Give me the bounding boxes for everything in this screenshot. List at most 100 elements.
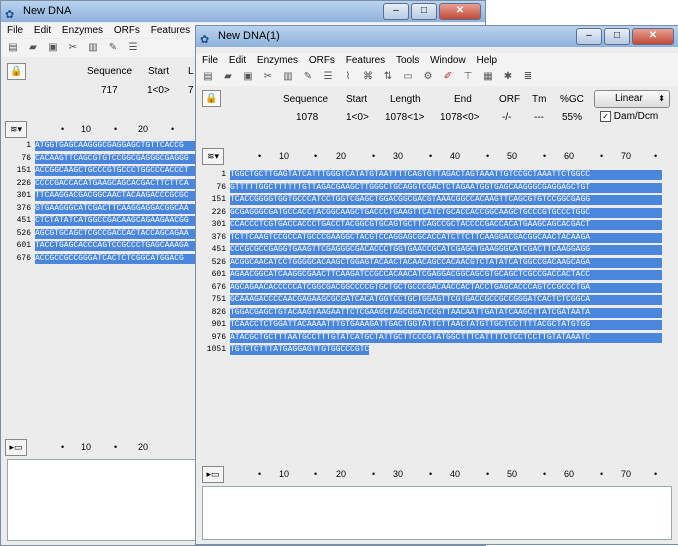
sequence-line[interactable]: ACCGGCAAGCTGCCCGTGCCCTGGCCCACCCT [35, 166, 199, 177]
label-end: End [454, 94, 472, 105]
sequence-line[interactable]: TCACCGGGGTGGTGCCCATCCTGGTCGAGCTGGACGGCGA… [230, 195, 662, 206]
value-length: 1078<1> [385, 112, 425, 123]
menu-features[interactable]: Features [151, 25, 190, 36]
ruler-icon[interactable]: ⊤ [460, 70, 476, 84]
label-length: Length [390, 94, 421, 105]
paste-icon[interactable]: ▥ [280, 70, 296, 84]
save-icon[interactable]: ▣ [45, 41, 61, 55]
close-button[interactable]: ✕ [632, 28, 674, 45]
menu-edit[interactable]: Edit [34, 25, 51, 36]
sequence-line[interactable]: AGCAGAACACCCCCATCGGCGACGGCCCCGTGCTGCTGCC… [230, 282, 662, 293]
view-options-button[interactable]: ≋▾ [5, 121, 27, 138]
new-file-icon[interactable]: ▤ [200, 70, 216, 84]
color-icon[interactable]: ✱ [500, 70, 516, 84]
enzyme-icon[interactable]: ✎ [300, 70, 316, 84]
settings-icon[interactable]: ⚙ [420, 70, 436, 84]
sequence-line[interactable]: CCCGCGCCGAGGTGAAGTTCGAGGGCGACACCCTGGTGAA… [230, 245, 662, 256]
sequence-line[interactable]: CCACCCTCGTGACCACCCTGACCTACGGCGTGCAGTGCTT… [230, 220, 662, 231]
sequence-line[interactable]: ATACGCTGCTTTAATGCCTTTGTATCATGCTATTGCTTCC… [230, 332, 662, 343]
back-window-title: New DNA [23, 5, 72, 17]
sequence-line[interactable]: GCAAAGACCCCAACGAGAAGCGCGATCACATGGTCCTGCT… [230, 295, 662, 306]
menu-orfs[interactable]: ORFs [309, 55, 335, 66]
menu-tools[interactable]: Tools [396, 55, 419, 66]
sequence-line[interactable]: GTGAAGGGCATCGACTTCAAGGAGGACGGCAA [35, 203, 199, 214]
new-file-icon[interactable]: ▤ [5, 41, 21, 55]
front-titlebar[interactable]: ✿ New DNA(1) ‒ □ ✕ [196, 26, 678, 47]
front-window[interactable]: ✿ New DNA(1) ‒ □ ✕ File Edit Enzymes ORF… [195, 25, 678, 545]
comment-icon[interactable]: ▸▭ [5, 439, 27, 456]
label-sequence: Sequence [283, 94, 329, 105]
sequence-line[interactable]: GCGAGGGCGATGCCACCTACGGCAAGCTGACCCTGAAGTT… [230, 207, 662, 218]
maximize-button[interactable]: □ [604, 28, 630, 45]
lock-icon[interactable]: 🔒 [202, 90, 221, 107]
menu-enzymes[interactable]: Enzymes [257, 55, 298, 66]
view-options-button[interactable]: ≋▾ [202, 148, 224, 165]
menu-edit[interactable]: Edit [229, 55, 246, 66]
front-notes-pane[interactable] [202, 486, 672, 540]
lock-icon[interactable]: 🔒 [7, 63, 26, 80]
sequence-line[interactable]: AGAACGGCATCAAGGCGAACTTCAAGATCCGCCACAACAT… [230, 270, 662, 281]
checkbox-icon: ✓ [600, 111, 611, 122]
sequence-line[interactable]: CTCTATATCATGGCCGACAAGCAGAAGAACGG [35, 216, 199, 227]
sequence-line[interactable]: AGCGTGCAGCTCGCCGACCACTACCAGCAGAA [35, 228, 199, 239]
comment-icon[interactable]: ▸▭ [202, 466, 224, 483]
sequence-line[interactable]: TGTCTCTTTATGAGGAGTTGTGGCCCGTC [230, 345, 370, 356]
minimize-button[interactable]: ‒ [576, 28, 602, 45]
primer-icon[interactable]: ☰ [125, 41, 141, 55]
paste-icon[interactable]: ▥ [85, 41, 101, 55]
open-folder-icon[interactable]: ▰ [25, 41, 41, 55]
ruler-tick: 10 [81, 124, 92, 134]
menu-file[interactable]: File [202, 55, 218, 66]
marker-icon[interactable]: ✐ [440, 70, 456, 84]
value-gc: 55% [562, 112, 583, 123]
save-icon[interactable]: ▣ [240, 70, 256, 84]
topology-select[interactable]: Linear ⬍ [594, 90, 670, 108]
menu-file[interactable]: File [7, 25, 23, 36]
back-titlebar[interactable]: ✿ New DNA ‒ □ ✕ [1, 1, 485, 22]
spinner-icon: ⬍ [658, 94, 665, 103]
sequence-line[interactable]: CACAAGTTCAGCGTGTCCGGCGAGGGCGAGGG [35, 153, 199, 164]
sequence-line[interactable]: ACGGCAACATCCTGGGGCACAAGCTGGAGTACAACTACAA… [230, 257, 662, 268]
map-icon[interactable]: ⌘ [360, 70, 376, 84]
menu-enzymes[interactable]: Enzymes [62, 25, 103, 36]
label-sequence: Sequence [87, 66, 133, 77]
sequence-line[interactable]: TTCAAGGACGACGGCAACTACAAGACCCGCGC [35, 191, 199, 202]
list-icon[interactable]: ≣ [520, 70, 536, 84]
menu-orfs[interactable]: ORFs [114, 25, 140, 36]
minimize-button[interactable]: ‒ [383, 3, 409, 20]
sequence-line[interactable]: ATGGTGAGCAAGGGCGAGGAGCTGTTCACCG [35, 141, 199, 152]
value-start: 1<0> [147, 85, 170, 96]
dam-dcm-checkbox[interactable]: ✓ Dam/Dcm [600, 111, 658, 122]
ruler-tick: 40 [450, 151, 461, 161]
cut-icon[interactable]: ✂ [260, 70, 276, 84]
maximize-button[interactable]: □ [411, 3, 437, 20]
sequence-line[interactable]: TCAACCTCTGGATTACAAAATTTGTGAAAGATTGACTGGT… [230, 320, 662, 331]
sequence-line[interactable]: TCTTCAAGTCCGCCATGCCCGAAGGCTACGTCCAGGAGCG… [230, 232, 662, 243]
primer-icon[interactable]: ☰ [320, 70, 336, 84]
align-icon[interactable]: ⇅ [380, 70, 396, 84]
ruler-tick: 60 [564, 151, 575, 161]
front-window-title: New DNA(1) [218, 30, 280, 42]
back-notes-pane[interactable] [7, 459, 199, 541]
view-icon[interactable]: ▭ [400, 70, 416, 84]
enzyme-icon[interactable]: ✎ [105, 41, 121, 55]
sequence-line[interactable]: TGGCTGCTTGAGTATCATTTGGGTCATATGTAATTTTCAG… [230, 170, 662, 181]
table-icon[interactable]: ▦ [480, 70, 496, 84]
ruler-tick: 30 [393, 151, 404, 161]
menu-window[interactable]: Window [430, 55, 466, 66]
restriction-icon[interactable]: ⌇ [340, 70, 356, 84]
value-orf: -/- [502, 112, 512, 123]
ruler-tick: 20 [138, 124, 149, 134]
sequence-line[interactable]: GTTTTTGGCTTTTTTGTTAGACGAAGCTTGGGCTGCAGGT… [230, 182, 662, 193]
sequence-line[interactable]: CCCCGACCACATGAAGCAGCACGACTTCTTCA [35, 178, 199, 189]
back-sequence-view[interactable]: 1 ATGGTGAGCAAGGGCGAGGAGCTGTTCACCG 76 CACAA… [7, 141, 199, 431]
cut-icon[interactable]: ✂ [65, 41, 81, 55]
front-sequence-view[interactable]: 1 TGGCTGCTTGAGTATCATTTGGGTCATATGTAATTTTCA… [202, 170, 672, 456]
menu-help[interactable]: Help [476, 55, 497, 66]
sequence-line[interactable]: TACCTGAGCACCCAGTCCGCCCTGAGCAAAGA [35, 241, 199, 252]
sequence-line[interactable]: ACCGCCGCCGGGATCACTCTCGGCATGGACG [35, 253, 199, 264]
close-button[interactable]: ✕ [439, 3, 481, 20]
open-folder-icon[interactable]: ▰ [220, 70, 236, 84]
sequence-line[interactable]: TGGACGAGCTGTACAAGTAAGAATTCTCGAAGCTAGCGGA… [230, 307, 662, 318]
menu-features[interactable]: Features [346, 55, 385, 66]
